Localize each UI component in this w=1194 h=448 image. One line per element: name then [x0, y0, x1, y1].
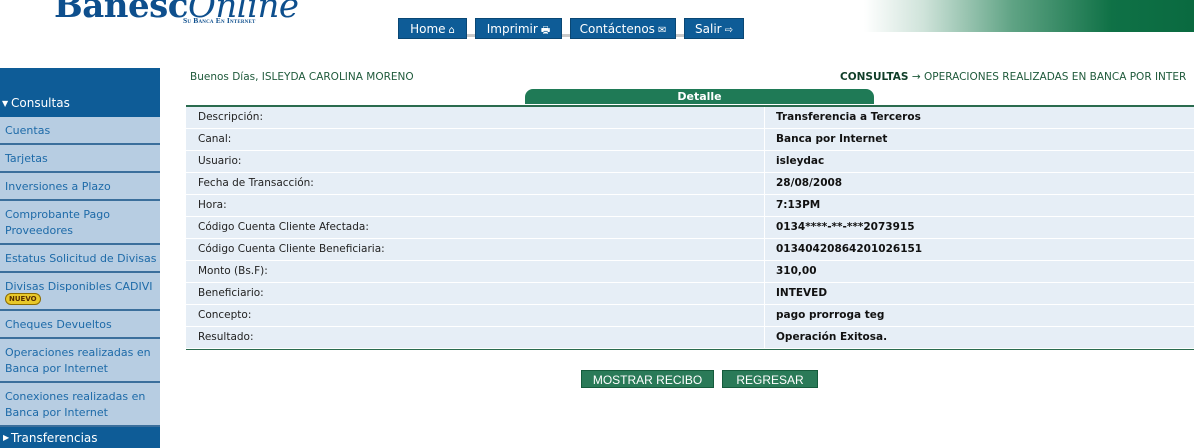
header-gradient-banner: [864, 0, 1194, 32]
row-label: Monto (Bs.F):: [198, 265, 268, 277]
table-row: Hora: 7:13PM: [186, 195, 1194, 217]
sidebar-item-label: Cheques Devueltos: [5, 318, 112, 331]
sidebar-section-transferencias[interactable]: ▶ Transferencias: [0, 427, 160, 448]
table-row: Fecha de Transacción: 28/08/2008: [186, 173, 1194, 195]
home-button[interactable]: Home ⌂: [398, 18, 467, 39]
logout-button-label: Salir: [695, 22, 722, 36]
sidebar-item-cheques[interactable]: Cheques Devueltos: [0, 311, 160, 339]
show-receipt-button[interactable]: MOSTRAR RECIBO: [581, 370, 714, 388]
sidebar: ▼ Consultas Cuentas Tarjetas Inversiones…: [0, 68, 160, 448]
row-label: Beneficiario:: [198, 287, 264, 299]
triangle-right-icon: ▶: [3, 433, 10, 442]
greeting-text: Buenos Días, ISLEYDA CAROLINA MORENO: [190, 71, 414, 83]
sidebar-item-label: Estatus Solicitud de Divisas: [5, 252, 157, 265]
sidebar-item-label: Operaciones realizadas en Banca por Inte…: [5, 346, 151, 375]
logo-main-text: Banesc: [54, 0, 188, 26]
row-value: 01340420864201026151: [776, 243, 923, 255]
table-row: Canal: Banca por Internet: [186, 129, 1194, 151]
envelope-icon: ✉: [657, 25, 667, 36]
row-value: 310,00: [776, 265, 817, 277]
sidebar-section-consultas[interactable]: ▼ Consultas: [0, 68, 160, 117]
print-button-label: Imprimir: [486, 22, 538, 36]
sidebar-item-tarjetas[interactable]: Tarjetas: [0, 145, 160, 173]
row-value: INTEVED: [776, 287, 828, 299]
row-value: pago prorroga teg: [776, 309, 885, 321]
banesco-logo[interactable]: BanescOnline: [54, 0, 299, 26]
contact-button-label: Contáctenos: [579, 22, 655, 36]
sidebar-item-cuentas[interactable]: Cuentas: [0, 117, 160, 145]
row-label: Código Cuenta Cliente Afectada:: [198, 221, 369, 233]
row-label: Descripción:: [198, 111, 263, 123]
sidebar-item-conexiones[interactable]: Conexiones realizadas en Banca por Inter…: [0, 383, 160, 427]
table-row: Usuario: isleydac: [186, 151, 1194, 173]
row-label: Usuario:: [198, 155, 242, 167]
sidebar-item-label: Tarjetas: [5, 152, 48, 165]
row-label: Concepto:: [198, 309, 252, 321]
sidebar-item-inversiones[interactable]: Inversiones a Plazo: [0, 173, 160, 201]
exit-arrow-icon: ⇨: [724, 25, 733, 36]
breadcrumb: CONSULTAS → OPERACIONES REALIZADAS EN BA…: [840, 71, 1186, 83]
logout-button[interactable]: Salir ⇨: [684, 18, 744, 39]
breadcrumb-page: OPERACIONES REALIZADAS EN BANCA POR INTE…: [924, 71, 1187, 83]
row-label: Hora:: [198, 199, 227, 211]
row-label: Fecha de Transacción:: [198, 177, 314, 189]
back-button[interactable]: REGRESAR: [722, 370, 818, 388]
row-value: 7:13PM: [776, 199, 821, 211]
sidebar-item-label: Inversiones a Plazo: [5, 180, 111, 193]
table-row: Concepto: pago prorroga teg: [186, 305, 1194, 327]
header: BanescOnline Su Banca En Internet Home ⌂ …: [0, 0, 1194, 39]
breadcrumb-section: CONSULTAS: [840, 71, 909, 83]
new-badge: NUEVO: [5, 293, 41, 305]
sidebar-item-estatus-divisas[interactable]: Estatus Solicitud de Divisas: [0, 245, 160, 273]
table-row: Código Cuenta Cliente Beneficiaria: 01340…: [186, 239, 1194, 261]
row-label: Canal:: [198, 133, 232, 145]
table-row: Descripción: Transferencia a Terceros: [186, 107, 1194, 129]
sidebar-item-comprobante[interactable]: Comprobante Pago Proveedores: [0, 201, 160, 245]
breadcrumb-arrow-icon: →: [911, 71, 921, 83]
sidebar-item-label: Cuentas: [5, 124, 51, 137]
table-row: Código Cuenta Cliente Afectada: 0134****-…: [186, 217, 1194, 239]
table-row: Beneficiario: INTEVED: [186, 283, 1194, 305]
print-button[interactable]: Imprimir 🖶: [475, 18, 562, 39]
table-row: Resultado: Operación Exitosa.: [186, 327, 1194, 349]
home-icon: ⌂: [448, 25, 455, 36]
row-value: Operación Exitosa.: [776, 331, 888, 343]
sidebar-item-label: Conexiones realizadas en Banca por Inter…: [5, 390, 146, 419]
triangle-down-icon: ▼: [2, 99, 9, 108]
detail-table: Descripción: Transferencia a Terceros Can…: [186, 105, 1194, 350]
row-value: 28/08/2008: [776, 177, 843, 189]
sidebar-footer-label: Transferencias: [11, 431, 98, 445]
sidebar-item-operaciones[interactable]: Operaciones realizadas en Banca por Inte…: [0, 339, 160, 383]
home-button-label: Home: [410, 22, 446, 36]
detail-tab: Detalle: [525, 89, 874, 104]
row-value: 0134****-**-***2073915: [776, 221, 915, 233]
sidebar-item-divisas-cadivi[interactable]: Divisas Disponibles CADIVI NUEVO: [0, 273, 160, 311]
printer-icon: 🖶: [540, 25, 551, 36]
sidebar-section-label: Consultas: [11, 96, 70, 110]
row-value: Transferencia a Terceros: [776, 111, 921, 123]
logo-tagline: Su Banca En Internet: [183, 16, 256, 25]
row-value: Banca por Internet: [776, 133, 888, 145]
sidebar-item-label: Divisas Disponibles CADIVI: [5, 280, 153, 293]
row-label: Resultado:: [198, 331, 254, 343]
table-row: Monto (Bs.F): 310,00: [186, 261, 1194, 283]
contact-button[interactable]: Contáctenos ✉: [570, 18, 676, 39]
row-value: isleydac: [776, 155, 825, 167]
sidebar-item-label: Comprobante Pago Proveedores: [5, 208, 110, 237]
row-label: Código Cuenta Cliente Beneficiaria:: [198, 243, 385, 255]
